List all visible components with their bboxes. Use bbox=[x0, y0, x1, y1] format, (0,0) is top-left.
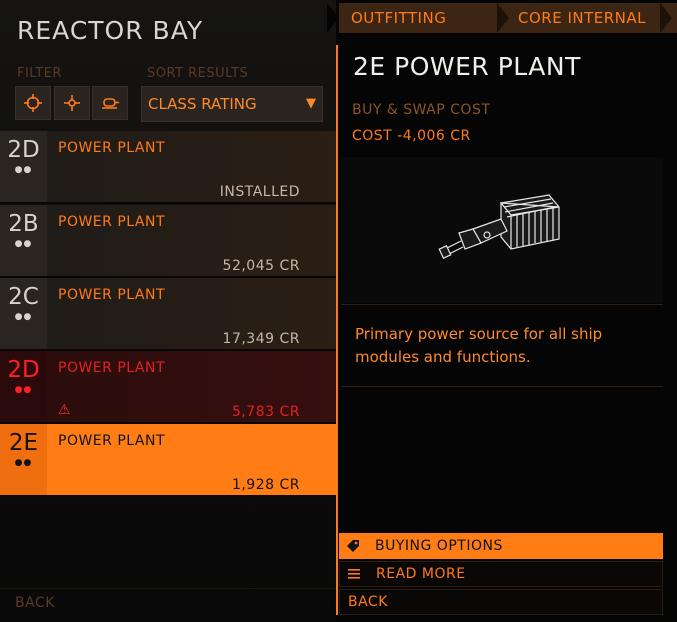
module-price: 52,045 CR bbox=[222, 258, 300, 274]
module-price: INSTALLED bbox=[219, 184, 300, 200]
module-price: 1,928 CR bbox=[231, 477, 300, 493]
size-dots: ●● bbox=[14, 312, 33, 322]
size-dots: ●● bbox=[14, 239, 33, 249]
panel-accent-line bbox=[336, 45, 338, 615]
buying-options-label: BUYING OPTIONS bbox=[375, 538, 503, 554]
module-row-2b[interactable]: 2B ●● POWER PLANT 52,045 CR bbox=[0, 205, 336, 276]
size-dots: ●● bbox=[14, 165, 33, 175]
detail-back-label: BACK bbox=[348, 594, 388, 610]
filter-vehicle-button[interactable] bbox=[92, 86, 128, 120]
class-rating: 2D ●● bbox=[0, 351, 47, 422]
module-name: POWER PLANT bbox=[58, 287, 165, 303]
tag-icon bbox=[339, 539, 367, 553]
module-name: POWER PLANT bbox=[58, 433, 165, 449]
panel-title: REACTOR BAY bbox=[17, 16, 204, 45]
module-detail-panel bbox=[336, 0, 677, 622]
module-price: 17,349 CR bbox=[222, 331, 300, 347]
buy-swap-cost-label: BUY & SWAP COST bbox=[352, 102, 491, 118]
class-label: 2B bbox=[8, 211, 39, 237]
module-price: 5,783 CR bbox=[231, 404, 300, 420]
class-label: 2D bbox=[7, 137, 40, 163]
chevron-right-icon bbox=[660, 3, 672, 33]
size-dots: ●● bbox=[14, 458, 33, 468]
class-rating: 2D ●● bbox=[0, 131, 47, 202]
read-more-button[interactable]: READ MORE bbox=[339, 561, 663, 587]
divider bbox=[341, 386, 663, 387]
breadcrumb-core-internal[interactable]: CORE INTERNAL bbox=[518, 9, 646, 27]
module-name: POWER PLANT bbox=[58, 360, 165, 376]
class-rating: 2C ●● bbox=[0, 278, 47, 349]
sort-dropdown[interactable]: CLASS RATING ▼ bbox=[141, 86, 323, 122]
breadcrumb-outfitting[interactable]: OUTFITTING bbox=[351, 9, 446, 27]
class-label: 2E bbox=[8, 430, 39, 456]
module-title: 2E POWER PLANT bbox=[353, 52, 581, 81]
buying-options-button[interactable]: BUYING OPTIONS bbox=[339, 533, 663, 559]
class-rating: 2B ●● bbox=[0, 205, 47, 276]
filter-weapons-button[interactable] bbox=[15, 86, 51, 120]
class-rating: 2E ●● bbox=[0, 424, 47, 495]
module-list-panel: REACTOR BAY FILTER SORT RESULTS CLASS RA… bbox=[0, 0, 336, 622]
warning-icon: ⚠ bbox=[58, 402, 71, 418]
cost-value: COST -4,006 CR bbox=[352, 128, 471, 144]
menu-icon bbox=[340, 568, 368, 580]
divider bbox=[341, 304, 663, 305]
module-description: Primary power source for all ship module… bbox=[355, 325, 603, 366]
filter-label: FILTER bbox=[17, 66, 62, 81]
divider bbox=[0, 588, 336, 589]
crosshair-icon bbox=[24, 94, 42, 112]
row-divider bbox=[0, 202, 336, 204]
chevron-right-icon bbox=[327, 3, 339, 33]
size-dots: ●● bbox=[14, 385, 33, 395]
back-button[interactable]: BACK bbox=[15, 595, 55, 611]
module-name: POWER PLANT bbox=[58, 214, 165, 230]
sort-label: SORT RESULTS bbox=[147, 66, 249, 81]
power-plant-model-icon bbox=[438, 194, 560, 260]
module-name: POWER PLANT bbox=[58, 140, 165, 156]
module-row-2e-selected[interactable]: 2E ●● POWER PLANT 1,928 CR bbox=[0, 424, 336, 495]
sort-dropdown-value: CLASS RATING bbox=[148, 95, 257, 113]
vehicle-icon bbox=[102, 98, 119, 109]
class-label: 2C bbox=[8, 284, 39, 310]
read-more-label: READ MORE bbox=[376, 566, 466, 582]
filter-utility-button[interactable] bbox=[54, 86, 90, 120]
move-icon bbox=[64, 95, 80, 111]
module-row-2d-unaffordable[interactable]: 2D ●● POWER PLANT ⚠ 5,783 CR bbox=[0, 351, 336, 422]
chevron-right-icon bbox=[497, 3, 509, 33]
module-preview bbox=[341, 157, 663, 303]
module-row-2d-installed[interactable]: 2D ●● POWER PLANT INSTALLED bbox=[0, 131, 336, 202]
detail-back-button[interactable]: BACK bbox=[339, 589, 663, 615]
chevron-down-icon: ▼ bbox=[306, 96, 316, 111]
module-row-2c[interactable]: 2C ●● POWER PLANT 17,349 CR bbox=[0, 278, 336, 349]
class-label: 2D bbox=[7, 357, 40, 383]
